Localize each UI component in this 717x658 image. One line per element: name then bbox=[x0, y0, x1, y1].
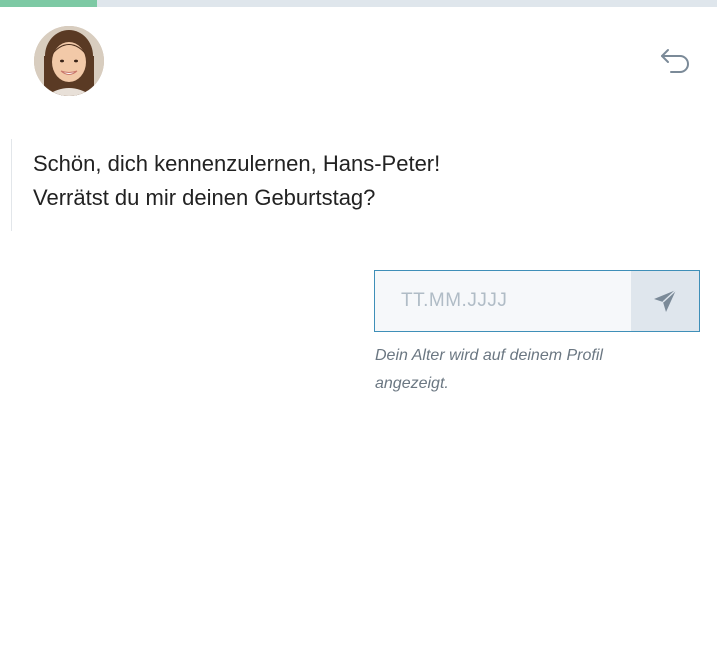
message-bubble-edge bbox=[11, 139, 12, 231]
undo-arrow-icon bbox=[661, 49, 689, 73]
back-button[interactable] bbox=[659, 46, 693, 76]
age-visibility-hint: Dein Alter wird auf deinem Profil angeze… bbox=[375, 347, 603, 392]
avatar bbox=[34, 26, 104, 96]
avatar-portrait-icon bbox=[34, 26, 104, 96]
birthday-date-input[interactable] bbox=[375, 271, 631, 331]
send-button[interactable] bbox=[631, 271, 699, 331]
message-line: Verrätst du mir deinen Geburtstag? bbox=[33, 185, 376, 210]
progress-fill bbox=[0, 0, 97, 7]
progress-bar bbox=[0, 0, 717, 7]
paper-plane-send-icon bbox=[654, 289, 677, 312]
message-line: Schön, dich kennenzulernen, Hans-Peter! bbox=[33, 151, 441, 176]
bot-message: Schön, dich kennenzulernen, Hans-Peter! … bbox=[33, 147, 633, 215]
birthday-form bbox=[374, 270, 700, 332]
